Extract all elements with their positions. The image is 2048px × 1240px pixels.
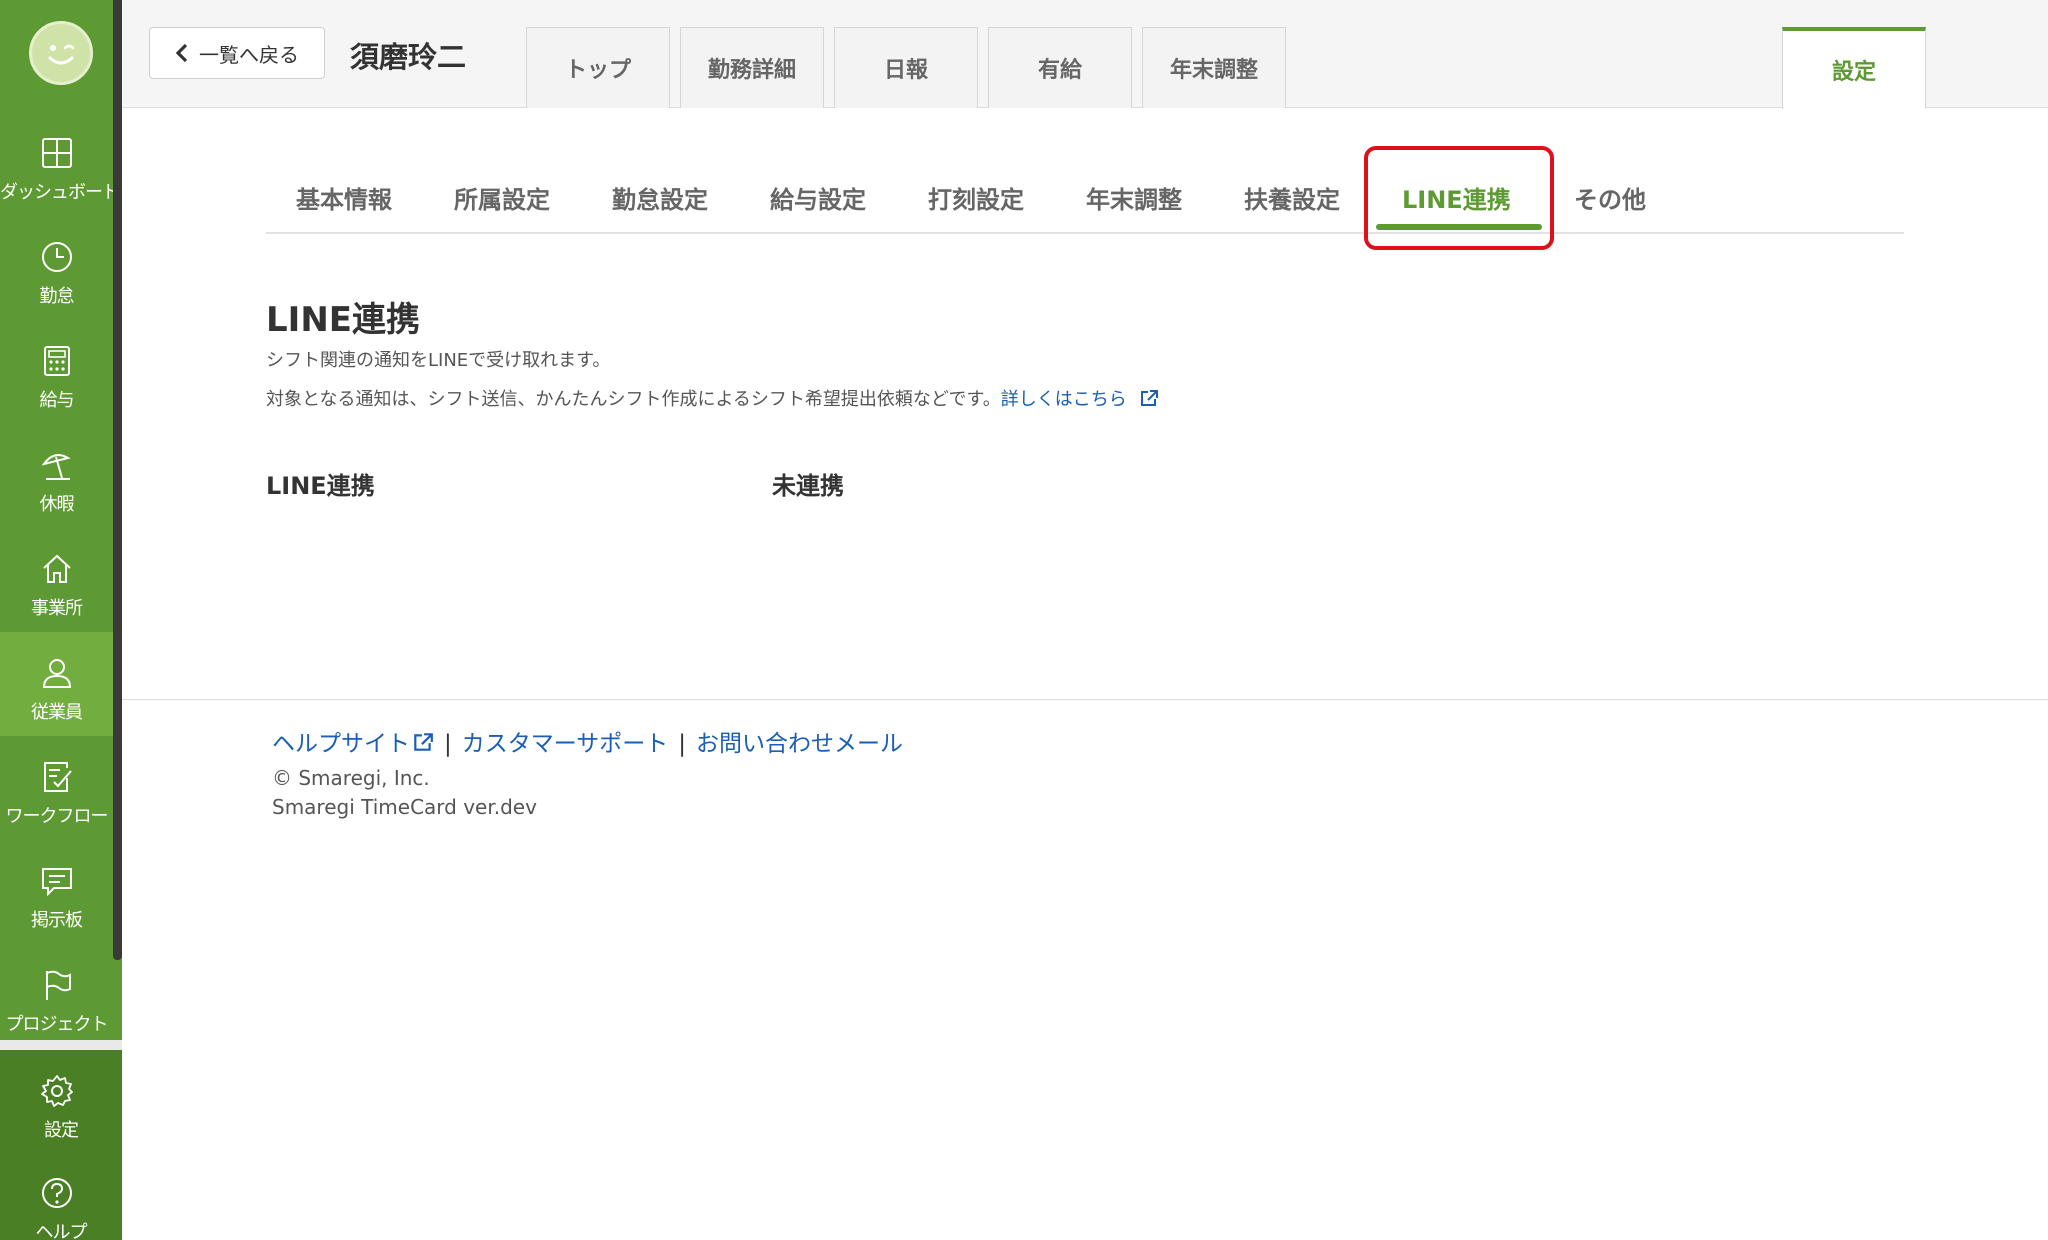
clock-icon bbox=[42, 242, 72, 272]
sidebar-item-label: ワークフロー bbox=[5, 806, 109, 827]
sidebar-item-workflow[interactable]: ワークフロー bbox=[0, 736, 113, 840]
section-title: LINE連携 bbox=[266, 300, 420, 340]
tab-work-details[interactable]: 勤務詳細 bbox=[680, 27, 824, 108]
tab-settings[interactable]: 設定 bbox=[1782, 27, 1926, 109]
sidebar-item-label: 事業所 bbox=[31, 598, 83, 619]
help-icon bbox=[42, 1178, 72, 1208]
sidebar-item-employees[interactable]: 従業員 bbox=[0, 632, 113, 736]
copyright: © Smaregi, Inc. bbox=[272, 766, 430, 790]
subtab-affiliation[interactable]: 所属設定 bbox=[454, 180, 550, 215]
message-icon bbox=[42, 868, 72, 897]
sidebar-item-label: 従業員 bbox=[31, 702, 83, 723]
sidebar-bottom-block: 設定 ヘルプ bbox=[0, 1050, 122, 1240]
dashboard-icon bbox=[42, 138, 72, 168]
sidebar-item-attendance[interactable]: 勤怠 bbox=[0, 216, 113, 320]
external-link-icon bbox=[1140, 390, 1158, 406]
smile-logo-icon bbox=[48, 44, 75, 65]
subtab-year-end[interactable]: 年末調整 bbox=[1086, 180, 1182, 215]
footer-links: ヘルプサイト | カスタマーサポート | お問い合わせメール bbox=[272, 724, 903, 758]
tab-daily-report[interactable]: 日報 bbox=[834, 27, 978, 108]
app-version: Smaregi TimeCard ver.dev bbox=[272, 795, 537, 819]
home-icon bbox=[43, 554, 71, 583]
sidebar-item-label: 設定 bbox=[44, 1120, 79, 1141]
settings-subtabs: 基本情報 所属設定 勤怠設定 給与設定 打刻設定 年末調整 扶養設定 LINE連… bbox=[266, 142, 1904, 234]
description-text: 対象となる通知は、シフト送信、かんたんシフト作成によるシフト希望提出依頼などです… bbox=[266, 389, 1001, 410]
back-button-label: 一覧へ戻る bbox=[199, 42, 299, 67]
sidebar-item-label: 休暇 bbox=[39, 494, 75, 515]
chevron-left-icon bbox=[175, 43, 188, 63]
line-link-label: LINE連携 bbox=[266, 472, 375, 500]
gear-icon bbox=[41, 1075, 73, 1107]
sidebar-item-label: 掲示板 bbox=[31, 910, 83, 931]
detail-link-label: 詳しくはこちら bbox=[1000, 389, 1127, 410]
customer-support-link[interactable]: カスタマーサポート bbox=[462, 731, 669, 757]
flag-icon bbox=[46, 970, 71, 1000]
sidebar-item-office[interactable]: 事業所 bbox=[0, 528, 113, 632]
description-detail: 対象となる通知は、シフト送信、かんたんシフト作成によるシフト希望提出依頼などです… bbox=[266, 385, 1159, 411]
sidebar-item-settings[interactable]: 設定 bbox=[0, 1050, 122, 1154]
sidebar-item-help[interactable]: ヘルプ bbox=[0, 1166, 122, 1240]
detail-link[interactable]: 詳しくはこちら bbox=[1001, 389, 1159, 410]
tab-top[interactable]: トップ bbox=[526, 27, 670, 108]
separator: | bbox=[444, 731, 452, 757]
sidebar-item-label: ダッシュボード bbox=[0, 182, 120, 203]
external-link-icon bbox=[414, 733, 433, 751]
subtab-basic-info[interactable]: 基本情報 bbox=[296, 180, 392, 215]
help-site-link[interactable]: ヘルプサイト bbox=[272, 731, 434, 757]
checklist-icon bbox=[44, 762, 72, 792]
employee-name: 須磨玲二 bbox=[350, 40, 467, 74]
sidebar-item-label: ヘルプ bbox=[35, 1222, 88, 1240]
sidebar-item-dashboard[interactable]: ダッシュボード bbox=[0, 112, 120, 216]
contact-email-link[interactable]: お問い合わせメール bbox=[696, 731, 903, 757]
beach-umbrella-icon bbox=[41, 454, 71, 480]
sidebar-item-label: 給与 bbox=[39, 390, 75, 411]
subtab-dependents[interactable]: 扶養設定 bbox=[1244, 180, 1340, 215]
sidebar-item-salary[interactable]: 給与 bbox=[0, 320, 113, 424]
page-header: 一覧へ戻る 須磨玲二 トップ 勤務詳細 日報 有給 年末調整 設定 bbox=[122, 0, 2048, 109]
highlight-annotation bbox=[1364, 146, 1554, 250]
sidebar-item-board[interactable]: 掲示板 bbox=[0, 840, 113, 944]
description: シフト関連の通知をLINEで受け取れます。 bbox=[266, 350, 611, 371]
subtab-attendance[interactable]: 勤怠設定 bbox=[612, 180, 708, 215]
sidebar: ダッシュボード 勤怠 給与 休暇 事業所 従業員 ワークフロー 掲示板 プロジェ… bbox=[0, 0, 122, 1240]
sidebar-item-label: 勤怠 bbox=[39, 286, 75, 307]
subtab-salary[interactable]: 給与設定 bbox=[770, 180, 866, 215]
tab-paid-leave[interactable]: 有給 bbox=[988, 27, 1132, 108]
sidebar-scrollbar[interactable] bbox=[113, 0, 122, 960]
tab-year-end-adjustment[interactable]: 年末調整 bbox=[1142, 27, 1286, 108]
separator: | bbox=[678, 731, 687, 757]
help-site-label: ヘルプサイト bbox=[272, 731, 410, 757]
line-link-status: 未連携 bbox=[772, 472, 844, 500]
back-to-list-button[interactable]: 一覧へ戻る bbox=[149, 27, 325, 79]
calculator-icon bbox=[44, 346, 70, 376]
subtab-timestamp[interactable]: 打刻設定 bbox=[928, 180, 1024, 215]
user-icon bbox=[42, 659, 72, 688]
footer-divider bbox=[122, 699, 2048, 700]
subtab-other[interactable]: その他 bbox=[1574, 180, 1646, 215]
sidebar-item-project[interactable]: プロジェクト bbox=[0, 944, 113, 1048]
sidebar-item-label: プロジェクト bbox=[5, 1014, 109, 1035]
logo[interactable] bbox=[29, 21, 93, 85]
sidebar-item-vacation[interactable]: 休暇 bbox=[0, 424, 113, 528]
